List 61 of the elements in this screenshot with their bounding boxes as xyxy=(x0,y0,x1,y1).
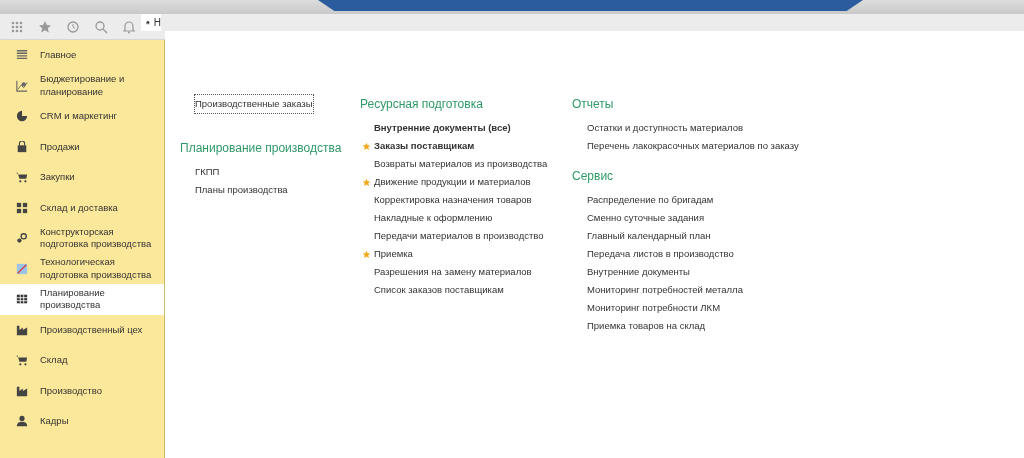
nav-link[interactable]: Главный календарный план xyxy=(587,227,711,245)
list-icon xyxy=(16,49,28,62)
person-icon xyxy=(16,415,28,428)
search-icon[interactable] xyxy=(94,19,108,34)
shopping-bag-icon xyxy=(16,140,28,153)
group-title: Ресурсная подготовка xyxy=(360,96,484,113)
nav-link[interactable]: Перечень лакокрасочных материалов по заказу xyxy=(587,137,799,155)
group-title: Отчеты xyxy=(572,96,615,113)
sidebar-item[interactable]: Продажи xyxy=(0,131,164,162)
sidebar-item[interactable]: Склад xyxy=(0,345,164,376)
nav-link[interactable]: Корректировка назначения товаров xyxy=(374,191,532,209)
table-icon xyxy=(16,293,28,306)
sidebar-item[interactable]: Бюджетирование и планирование xyxy=(0,70,164,101)
nav-link[interactable]: Внутренние документы (все) xyxy=(374,119,511,137)
sidebar-item[interactable]: Производственный цех xyxy=(0,314,164,345)
cart-icon xyxy=(16,171,28,184)
pie-chart-icon xyxy=(16,110,28,123)
nav-link[interactable]: Разрешения на замену материалов xyxy=(374,263,532,281)
cart-icon xyxy=(16,354,28,367)
gears-icon xyxy=(16,232,28,245)
nav-link[interactable]: Мониторинг потребности ЛКМ xyxy=(587,299,721,317)
group-title: Сервис xyxy=(572,168,615,185)
grid-icon[interactable] xyxy=(10,19,24,34)
sidebar-item[interactable]: Склад и доставка xyxy=(0,192,164,223)
history-icon[interactable] xyxy=(66,19,80,34)
sidebar-item[interactable]: CRM и маркетинг xyxy=(0,101,164,132)
bell-icon[interactable] xyxy=(122,19,136,34)
nav-link[interactable]: ГКПП xyxy=(195,163,220,181)
sidebar-item[interactable]: Кадры xyxy=(0,406,164,437)
nav-link[interactable]: Передачи материалов в производство xyxy=(374,227,544,245)
nav-link[interactable]: Планы производства xyxy=(195,181,288,199)
nav-link[interactable]: Заказы поставщикам xyxy=(374,137,475,155)
grid-icon xyxy=(16,201,28,214)
blueprint-icon xyxy=(16,262,28,275)
nav-link[interactable]: Распределение по бригадам xyxy=(587,191,714,209)
nav-link[interactable]: Внутренние документы xyxy=(587,263,690,281)
nav-link[interactable]: Приемка xyxy=(374,245,413,263)
factory-icon xyxy=(16,384,28,397)
sidebar-item[interactable]: Производство xyxy=(0,375,164,406)
nav-link[interactable]: Список заказов поставщикам xyxy=(374,281,504,299)
nav-link[interactable]: Передача листов в производство xyxy=(587,245,734,263)
sidebar-item[interactable]: Планирование производства xyxy=(0,284,164,315)
sidebar-item[interactable]: Технологическая подготовка производства xyxy=(0,253,164,284)
nav-link[interactable]: Мониторинг потребностей металла xyxy=(587,281,743,299)
home-icon xyxy=(146,18,150,27)
star-icon[interactable] xyxy=(38,19,52,34)
group-title: Планирование производства xyxy=(180,140,343,157)
nav-link[interactable]: Возвраты материалов из производства xyxy=(374,155,548,173)
nav-link[interactable]: Производственные заказы xyxy=(195,95,313,113)
nav-link[interactable]: Сменно суточные задания xyxy=(587,209,705,227)
sidebar-item[interactable]: Конструкторская подготовка производства xyxy=(0,223,164,254)
home-tab[interactable]: Н xyxy=(141,14,161,31)
sidebar-item[interactable]: Главное xyxy=(0,40,164,71)
tab-label: Н xyxy=(153,16,161,30)
nav-link[interactable]: Движение продукции и материалов xyxy=(374,173,531,191)
nav-link[interactable]: Приемка товаров на склад xyxy=(587,317,706,335)
factory-icon xyxy=(16,323,28,336)
nav-link[interactable]: Остатки и доступность материалов xyxy=(587,119,743,137)
chart-icon xyxy=(16,79,28,92)
nav-link[interactable]: Накладные к оформлению xyxy=(374,209,493,227)
sidebar-item[interactable]: Закупки xyxy=(0,162,164,193)
